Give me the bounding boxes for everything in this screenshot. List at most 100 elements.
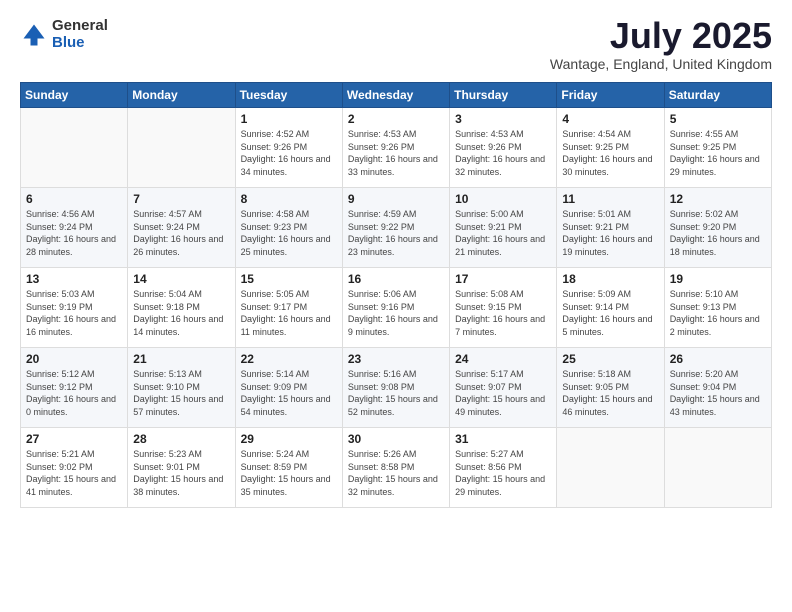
- day-number: 3: [455, 112, 551, 126]
- day-detail: Sunrise: 4:54 AM Sunset: 9:25 PM Dayligh…: [562, 128, 658, 178]
- calendar-day-cell: 11 Sunrise: 5:01 AM Sunset: 9:21 PM Dayli…: [557, 188, 664, 268]
- day-number: 9: [348, 192, 444, 206]
- calendar-day-cell: 29 Sunrise: 5:24 AM Sunset: 8:59 PM Dayli…: [235, 428, 342, 508]
- day-number: 29: [241, 432, 337, 446]
- calendar-day-cell: 26Sunrise: 5:20 AM Sunset: 9:04 PM Dayli…: [664, 348, 771, 428]
- calendar-day-cell: 1Sunrise: 4:52 AM Sunset: 9:26 PM Daylig…: [235, 108, 342, 188]
- calendar-day-cell: [21, 108, 128, 188]
- calendar-day-cell: 24 Sunrise: 5:17 AM Sunset: 9:07 PM Dayli…: [450, 348, 557, 428]
- day-detail: Sunrise: 4:53 AM Sunset: 9:26 PM Dayligh…: [455, 128, 551, 178]
- calendar-week-row: 13 Sunrise: 5:03 AM Sunset: 9:19 PM Dayli…: [21, 268, 772, 348]
- day-of-week-header: Monday: [128, 83, 235, 108]
- day-number: 7: [133, 192, 229, 206]
- day-detail: Sunrise: 5:20 AM Sunset: 9:04 PM Dayligh…: [670, 368, 766, 418]
- day-number: 14: [133, 272, 229, 286]
- calendar-day-cell: 18 Sunrise: 5:09 AM Sunset: 9:14 PM Dayli…: [557, 268, 664, 348]
- day-number: 17: [455, 272, 551, 286]
- calendar-day-cell: 2 Sunrise: 4:53 AM Sunset: 9:26 PM Daylig…: [342, 108, 449, 188]
- day-detail: Sunrise: 5:27 AM Sunset: 8:56 PM Dayligh…: [455, 448, 551, 498]
- calendar-day-cell: 10 Sunrise: 5:00 AM Sunset: 9:21 PM Dayli…: [450, 188, 557, 268]
- day-number: 27: [26, 432, 122, 446]
- day-of-week-header: Wednesday: [342, 83, 449, 108]
- day-detail: Sunrise: 4:56 AM Sunset: 9:24 PM Dayligh…: [26, 208, 122, 258]
- calendar-day-cell: 9 Sunrise: 4:59 AM Sunset: 9:22 PM Daylig…: [342, 188, 449, 268]
- day-detail: Sunrise: 5:17 AM Sunset: 9:07 PM Dayligh…: [455, 368, 551, 418]
- day-detail: Sunrise: 5:00 AM Sunset: 9:21 PM Dayligh…: [455, 208, 551, 258]
- day-detail: Sunrise: 4:57 AM Sunset: 9:24 PM Dayligh…: [133, 208, 229, 258]
- day-number: 16: [348, 272, 444, 286]
- day-number: 31: [455, 432, 551, 446]
- day-of-week-header: Friday: [557, 83, 664, 108]
- day-detail: Sunrise: 5:10 AM Sunset: 9:13 PM Dayligh…: [670, 288, 766, 338]
- day-number: 13: [26, 272, 122, 286]
- day-number: 2: [348, 112, 444, 126]
- calendar-day-cell: 23 Sunrise: 5:16 AM Sunset: 9:08 PM Dayli…: [342, 348, 449, 428]
- month-title: July 2025: [550, 18, 772, 54]
- calendar-day-cell: 28Sunrise: 5:23 AM Sunset: 9:01 PM Dayli…: [128, 428, 235, 508]
- location: Wantage, England, United Kingdom: [550, 56, 772, 72]
- page: General Blue July 2025 Wantage, England,…: [0, 0, 792, 612]
- calendar-day-cell: 25 Sunrise: 5:18 AM Sunset: 9:05 PM Dayli…: [557, 348, 664, 428]
- day-detail: Sunrise: 5:21 AM Sunset: 9:02 PM Dayligh…: [26, 448, 122, 498]
- calendar-day-cell: 15Sunrise: 5:05 AM Sunset: 9:17 PM Dayli…: [235, 268, 342, 348]
- day-number: 22: [241, 352, 337, 366]
- calendar-day-cell: 6 Sunrise: 4:56 AM Sunset: 9:24 PM Daylig…: [21, 188, 128, 268]
- day-detail: Sunrise: 4:59 AM Sunset: 9:22 PM Dayligh…: [348, 208, 444, 258]
- day-of-week-header: Sunday: [21, 83, 128, 108]
- day-number: 28: [133, 432, 229, 446]
- day-detail: Sunrise: 4:58 AM Sunset: 9:23 PM Dayligh…: [241, 208, 337, 258]
- day-number: 10: [455, 192, 551, 206]
- calendar-day-cell: 20 Sunrise: 5:12 AM Sunset: 9:12 PM Dayli…: [21, 348, 128, 428]
- logo-text: General Blue: [52, 18, 108, 51]
- calendar-week-row: 20 Sunrise: 5:12 AM Sunset: 9:12 PM Dayli…: [21, 348, 772, 428]
- calendar-week-row: 27 Sunrise: 5:21 AM Sunset: 9:02 PM Dayli…: [21, 428, 772, 508]
- day-of-week-header: Saturday: [664, 83, 771, 108]
- day-number: 5: [670, 112, 766, 126]
- day-detail: Sunrise: 4:55 AM Sunset: 9:25 PM Dayligh…: [670, 128, 766, 178]
- day-detail: Sunrise: 5:08 AM Sunset: 9:15 PM Dayligh…: [455, 288, 551, 338]
- title-section: July 2025 Wantage, England, United Kingd…: [550, 18, 772, 72]
- calendar-day-cell: 7 Sunrise: 4:57 AM Sunset: 9:24 PM Daylig…: [128, 188, 235, 268]
- calendar-day-cell: [557, 428, 664, 508]
- day-number: 24: [455, 352, 551, 366]
- day-detail: Sunrise: 5:18 AM Sunset: 9:05 PM Dayligh…: [562, 368, 658, 418]
- calendar-day-cell: 8Sunrise: 4:58 AM Sunset: 9:23 PM Daylig…: [235, 188, 342, 268]
- logo: General Blue: [20, 18, 108, 51]
- day-detail: Sunrise: 5:12 AM Sunset: 9:12 PM Dayligh…: [26, 368, 122, 418]
- day-detail: Sunrise: 5:16 AM Sunset: 9:08 PM Dayligh…: [348, 368, 444, 418]
- logo-general: General: [52, 18, 108, 35]
- calendar-day-cell: [128, 108, 235, 188]
- calendar-day-cell: 21 Sunrise: 5:13 AM Sunset: 9:10 PM Dayli…: [128, 348, 235, 428]
- day-detail: Sunrise: 5:24 AM Sunset: 8:59 PM Dayligh…: [241, 448, 337, 498]
- logo-icon: [20, 21, 48, 49]
- day-number: 12: [670, 192, 766, 206]
- calendar-day-cell: 3 Sunrise: 4:53 AM Sunset: 9:26 PM Daylig…: [450, 108, 557, 188]
- day-number: 11: [562, 192, 658, 206]
- calendar-day-cell: 4Sunrise: 4:54 AM Sunset: 9:25 PM Daylig…: [557, 108, 664, 188]
- calendar-day-cell: 5 Sunrise: 4:55 AM Sunset: 9:25 PM Daylig…: [664, 108, 771, 188]
- day-number: 6: [26, 192, 122, 206]
- day-number: 23: [348, 352, 444, 366]
- day-number: 15: [241, 272, 337, 286]
- calendar-day-cell: 27 Sunrise: 5:21 AM Sunset: 9:02 PM Dayli…: [21, 428, 128, 508]
- day-number: 19: [670, 272, 766, 286]
- day-number: 21: [133, 352, 229, 366]
- day-detail: Sunrise: 4:53 AM Sunset: 9:26 PM Dayligh…: [348, 128, 444, 178]
- day-detail: Sunrise: 5:09 AM Sunset: 9:14 PM Dayligh…: [562, 288, 658, 338]
- day-of-week-header: Tuesday: [235, 83, 342, 108]
- calendar: SundayMondayTuesdayWednesdayThursdayFrid…: [20, 82, 772, 508]
- calendar-week-row: 6 Sunrise: 4:56 AM Sunset: 9:24 PM Daylig…: [21, 188, 772, 268]
- day-detail: Sunrise: 5:03 AM Sunset: 9:19 PM Dayligh…: [26, 288, 122, 338]
- day-number: 20: [26, 352, 122, 366]
- calendar-day-cell: 30Sunrise: 5:26 AM Sunset: 8:58 PM Dayli…: [342, 428, 449, 508]
- calendar-day-cell: 17 Sunrise: 5:08 AM Sunset: 9:15 PM Dayli…: [450, 268, 557, 348]
- day-number: 18: [562, 272, 658, 286]
- day-detail: Sunrise: 5:01 AM Sunset: 9:21 PM Dayligh…: [562, 208, 658, 258]
- day-detail: Sunrise: 5:06 AM Sunset: 9:16 PM Dayligh…: [348, 288, 444, 338]
- calendar-day-cell: 13 Sunrise: 5:03 AM Sunset: 9:19 PM Dayli…: [21, 268, 128, 348]
- day-detail: Sunrise: 5:04 AM Sunset: 9:18 PM Dayligh…: [133, 288, 229, 338]
- calendar-day-cell: 19 Sunrise: 5:10 AM Sunset: 9:13 PM Dayli…: [664, 268, 771, 348]
- day-detail: Sunrise: 5:13 AM Sunset: 9:10 PM Dayligh…: [133, 368, 229, 418]
- day-number: 25: [562, 352, 658, 366]
- calendar-week-row: 1Sunrise: 4:52 AM Sunset: 9:26 PM Daylig…: [21, 108, 772, 188]
